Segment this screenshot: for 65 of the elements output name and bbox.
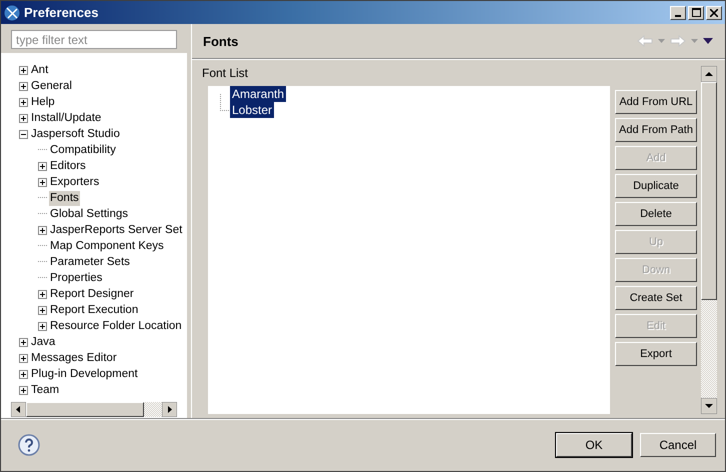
tree-item[interactable]: Messages Editor xyxy=(30,350,118,366)
scroll-up-icon[interactable] xyxy=(701,66,717,82)
scroll-left-icon[interactable] xyxy=(11,402,26,417)
expand-icon[interactable] xyxy=(38,306,47,314)
tree-item[interactable]: Compatibility xyxy=(49,142,117,158)
expand-icon[interactable] xyxy=(38,290,47,298)
view-menu-icon[interactable] xyxy=(703,38,713,44)
expand-icon[interactable] xyxy=(38,226,47,234)
expand-icon[interactable] xyxy=(38,322,47,330)
expand-icon[interactable] xyxy=(19,370,28,378)
tree-item[interactable]: Jaspersoft Studio xyxy=(30,126,121,142)
expand-icon[interactable] xyxy=(38,178,47,186)
expand-icon[interactable] xyxy=(19,114,28,122)
close-button[interactable] xyxy=(706,6,722,20)
tree-item[interactable]: Install/Update xyxy=(30,110,102,126)
action-button[interactable]: Add From URL xyxy=(615,90,697,114)
expand-icon[interactable] xyxy=(19,82,28,90)
tree-item[interactable]: JasperReports Server Set xyxy=(49,222,184,238)
scroll-right-icon[interactable] xyxy=(162,402,177,417)
expand-icon[interactable] xyxy=(19,98,28,106)
action-button[interactable]: Export xyxy=(615,342,697,366)
horizontal-scrollbar[interactable] xyxy=(11,402,177,417)
tree-item[interactable]: Editors xyxy=(49,158,87,174)
tree-item[interactable]: Help xyxy=(30,94,56,110)
filter-field[interactable]: type filter text xyxy=(11,30,177,49)
font-item[interactable]: Amaranth xyxy=(230,86,286,102)
font-item[interactable]: Lobster xyxy=(230,102,274,118)
expand-icon[interactable] xyxy=(19,338,28,346)
action-button[interactable]: Create Set xyxy=(615,286,697,310)
expand-icon[interactable] xyxy=(19,354,28,362)
action-button[interactable]: Duplicate xyxy=(615,174,697,198)
tree-item[interactable]: General xyxy=(30,78,73,94)
maximize-icon xyxy=(692,8,700,17)
app-icon xyxy=(4,4,20,20)
scroll-down-icon[interactable] xyxy=(701,398,717,414)
tree-item[interactable]: Resource Folder Location xyxy=(49,318,183,334)
window-title: Preferences xyxy=(24,5,100,20)
expand-icon[interactable] xyxy=(19,66,28,74)
expand-icon[interactable] xyxy=(38,162,47,170)
vertical-scrollbar[interactable] xyxy=(701,66,717,414)
minimize-button[interactable] xyxy=(670,6,686,20)
minimize-icon xyxy=(675,14,681,16)
tree-item[interactable]: Report Execution xyxy=(49,302,140,318)
tree-item[interactable]: Parameter Sets xyxy=(49,254,131,270)
tree-item[interactable]: Ant xyxy=(30,62,50,78)
dialog-button[interactable]: Cancel xyxy=(640,433,716,457)
action-button[interactable]: Add From Path xyxy=(615,118,697,142)
tree-item[interactable]: Team xyxy=(30,382,60,398)
close-icon xyxy=(710,8,718,16)
tree-item[interactable]: Properties xyxy=(49,270,104,286)
maximize-button[interactable] xyxy=(688,6,704,20)
tree-item[interactable]: Fonts xyxy=(49,190,80,206)
action-button[interactable]: Delete xyxy=(615,202,697,226)
tree-item[interactable]: Exporters xyxy=(49,174,100,190)
dialog-button[interactable]: OK xyxy=(556,433,632,457)
expand-icon[interactable] xyxy=(19,386,28,394)
help-icon[interactable] xyxy=(18,434,40,456)
tree-item[interactable]: Map Component Keys xyxy=(49,238,165,254)
collapse-icon[interactable] xyxy=(19,130,28,138)
tree-item[interactable]: Java xyxy=(30,334,56,350)
tree-item[interactable]: Plug-in Development xyxy=(30,366,139,382)
page-title: Fonts xyxy=(203,34,238,48)
tree-item[interactable]: Global Settings xyxy=(49,206,129,222)
tree-item[interactable]: Report Designer xyxy=(49,286,135,302)
section-label: Font List xyxy=(202,66,250,82)
